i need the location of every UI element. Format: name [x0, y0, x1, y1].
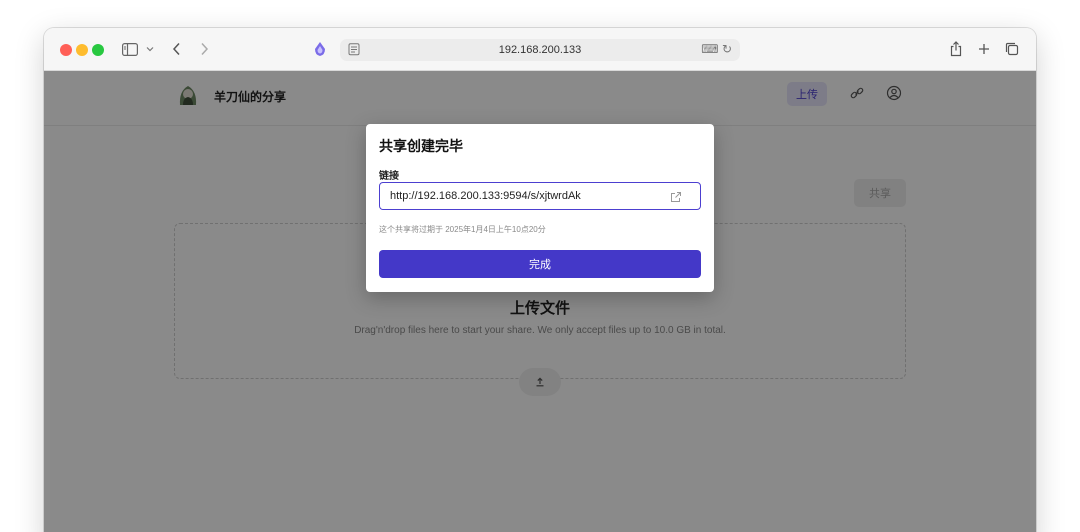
- expire-text: 这个共享将过期于 2025年1月4日上午10点20分: [379, 225, 546, 234]
- page-content: 羊刀仙的分享 上传 共享 上传文件 Drag'n'drop files here…: [44, 71, 1036, 532]
- back-icon[interactable]: [168, 37, 184, 61]
- address-bar[interactable]: 192.168.200.133 ⌨ ↻: [340, 39, 740, 61]
- page-icon: [348, 43, 360, 56]
- tabs-overview-icon[interactable]: [1004, 37, 1020, 61]
- address-text: 192.168.200.133: [498, 44, 582, 56]
- browser-toolbar: 192.168.200.133 ⌨ ↻: [44, 28, 1036, 71]
- share-icon[interactable]: [948, 37, 964, 61]
- forward-icon[interactable]: [196, 37, 212, 61]
- translate-reload-icons[interactable]: ⌨ ↻: [701, 42, 732, 56]
- link-label: 链接: [379, 171, 399, 182]
- browser-window: 192.168.200.133 ⌨ ↻ 羊刀仙的分享 上传 共享 上传文件 Dr…: [44, 28, 1036, 532]
- sidebar-icon[interactable]: [120, 37, 140, 61]
- new-tab-icon[interactable]: [976, 37, 992, 61]
- done-button[interactable]: 完成: [379, 250, 701, 278]
- share-created-modal: 共享创建完毕 链接 这个共享将过期于 2025年1月4日上午10点20分 完成: [366, 124, 714, 292]
- minimize-window-button[interactable]: [76, 44, 88, 56]
- extension-icon[interactable]: [312, 37, 328, 61]
- zoom-window-button[interactable]: [92, 44, 104, 56]
- share-link-field[interactable]: [379, 182, 701, 210]
- translate-icon[interactable]: ⌨: [701, 42, 718, 56]
- chevron-down-icon[interactable]: [144, 37, 156, 61]
- close-window-button[interactable]: [60, 44, 72, 56]
- reload-icon[interactable]: ↻: [722, 42, 732, 56]
- modal-title: 共享创建完毕: [379, 138, 463, 154]
- open-link-icon[interactable]: [670, 190, 682, 202]
